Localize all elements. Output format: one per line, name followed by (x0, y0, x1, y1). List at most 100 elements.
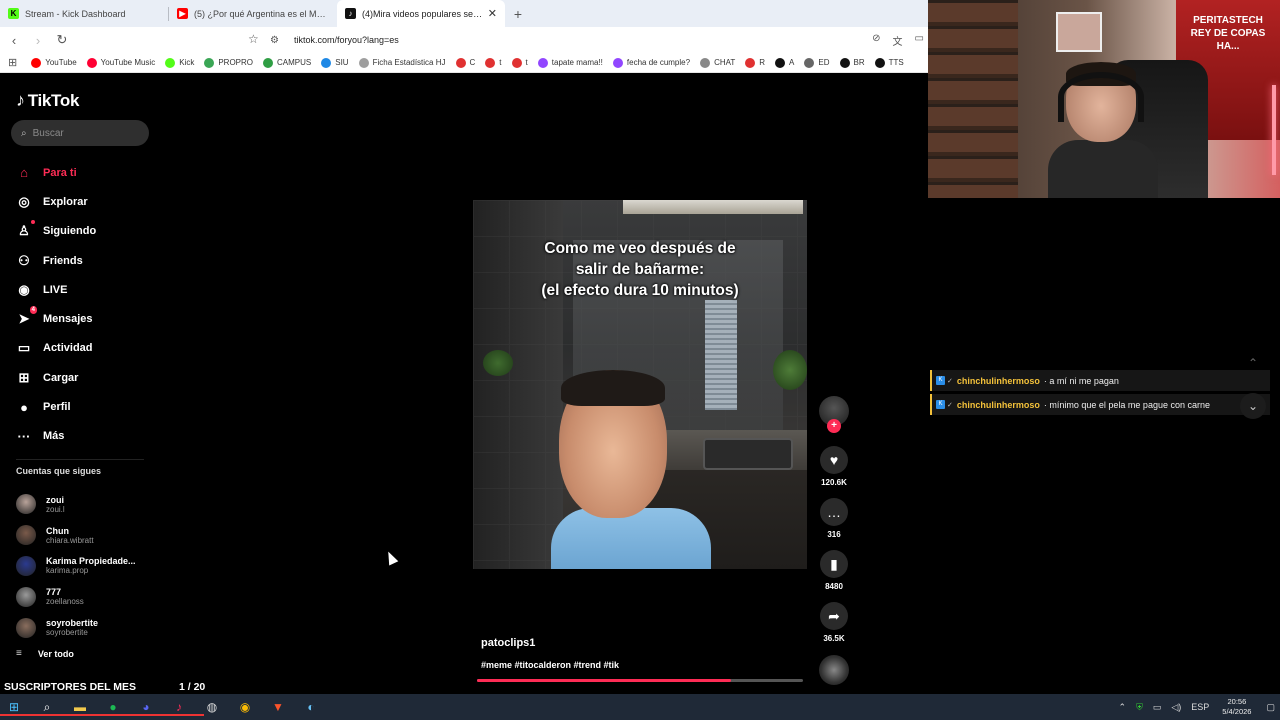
tray-chevron-up-icon[interactable]: ⌃ (1119, 702, 1127, 713)
reload-icon[interactable]: ↻ (52, 32, 72, 48)
creator-avatar[interactable]: + (819, 396, 849, 433)
site-info-icon[interactable]: ⚙ (270, 35, 284, 46)
webcam-streamer (1048, 62, 1158, 198)
bookmark-item[interactable]: Ficha Estadística HJ (358, 57, 446, 68)
nav-item-following[interactable]: ♙ Siguiendo (16, 217, 96, 246)
video-actions: + ♥ 120.6K … 316 ▮ 8480 ➦ 36.5K (819, 396, 849, 685)
chrome-icon[interactable]: ◉ (235, 697, 255, 717)
address-bar[interactable]: ⚙ tiktok.com/foryou?lang=es (270, 30, 920, 50)
bookmark-favicon-icon (511, 57, 522, 68)
bookmark-item[interactable]: YouTube Music (86, 57, 155, 68)
bookmark-label: YouTube (45, 58, 77, 67)
following-account[interactable]: Karima Propiedade... karima.prop (16, 551, 136, 582)
bookmark-item[interactable]: BR (839, 57, 865, 68)
video-player[interactable]: Como me veo después de salir de bañarme:… (473, 200, 807, 569)
no-tracking-icon[interactable]: ⊘ (872, 33, 880, 48)
following-title: Cuentas que sigues (16, 466, 102, 476)
poster-line: REY DE COPAS (1190, 28, 1266, 39)
headset-icon (1058, 72, 1144, 122)
network-icon[interactable]: ▭ (1153, 702, 1162, 713)
nav-item-messages[interactable]: ➤ 4 Mensajes (16, 304, 96, 333)
comment-button[interactable]: … 316 (819, 498, 849, 539)
bookmark-item[interactable]: SIU (321, 57, 349, 68)
mouse-cursor-icon (383, 549, 399, 566)
bookmark-item[interactable]: PROPRO (204, 57, 253, 68)
nav-item-profile-avatar[interactable]: ● Perfil (16, 392, 96, 421)
notifications-icon[interactable]: ▢ (1266, 702, 1275, 713)
following-account[interactable]: Chun chiara.wibratt (16, 520, 136, 551)
search-input[interactable]: ⌕ Buscar (11, 120, 149, 146)
bookmark-item[interactable]: t (485, 57, 502, 68)
apps-grid-icon[interactable]: ⊞ (8, 56, 17, 69)
tiktok-sidebar: ♪ TikTok ⌕ Buscar ⌂ Para ti ◎ Explorar ♙ Sigu… (0, 74, 160, 678)
translate-icon[interactable]: 文 (893, 33, 903, 48)
see-all-link[interactable]: ≡ Ver todo (16, 648, 74, 659)
taskbar-overlay-bar (0, 714, 204, 716)
save-button[interactable]: ▮ 8480 (819, 550, 849, 591)
comment-count: 316 (827, 530, 841, 539)
video-progress-bar[interactable] (477, 679, 803, 682)
tab-youtube[interactable]: ▶ (5) ¿Por qué Argentina es el Mejor Pa (169, 0, 337, 27)
tab-kick-dashboard[interactable]: K Stream - Kick Dashboard (0, 0, 168, 27)
cast-icon[interactable]: ▭ (915, 33, 924, 48)
music-disc-icon[interactable] (819, 655, 849, 685)
bookmark-item[interactable]: YouTube (31, 57, 77, 68)
clock[interactable]: 20:56 5/4/2026 (1222, 697, 1251, 717)
webcam-wall-art (1056, 12, 1102, 52)
nav-item-live[interactable]: ◉ LIVE (16, 275, 96, 304)
bookmark-item[interactable]: C (455, 57, 476, 68)
brave-icon[interactable]: ▼ (268, 697, 288, 717)
following-account[interactable]: zoui zoui.l (16, 489, 136, 520)
bookmark-item[interactable]: ED (804, 57, 830, 68)
obs-icon[interactable]: ◍ (202, 697, 222, 717)
bookmark-item[interactable]: fecha de cumple? (612, 57, 690, 68)
share-button[interactable]: ➦ 36.5K (819, 602, 849, 643)
bookmark-item[interactable]: A (775, 57, 794, 68)
nav-item-more[interactable]: ··· Más (16, 422, 96, 451)
bookmark-item[interactable]: CAMPUS (263, 57, 311, 68)
new-tab-button[interactable]: + (505, 6, 531, 22)
account-text: 777 zoellanoss (46, 587, 84, 606)
tab-tiktok[interactable]: ♪ (4)Mira videos populares seleccionados… (337, 0, 505, 27)
video-author[interactable]: patoclips1 (481, 637, 535, 649)
nav-item-label: Siguiendo (43, 225, 97, 238)
bookmark-favicon-icon (31, 57, 42, 68)
kick-badge-icon: K (936, 376, 945, 385)
bookmark-item[interactable]: Kick (165, 57, 194, 68)
volume-icon[interactable]: ◁) (1171, 702, 1181, 713)
divider (16, 459, 144, 460)
bookmark-item[interactable]: t (511, 57, 528, 68)
bookmark-item[interactable]: CHAT (700, 57, 735, 68)
following-account[interactable]: 777 zoellanoss (16, 581, 136, 612)
share-icon: ➦ (820, 602, 848, 630)
account-name: zoui (46, 494, 64, 505)
bookmark-label: C (469, 58, 476, 67)
chevron-up-icon[interactable]: ⌃ (1240, 350, 1266, 376)
nav-item-activity[interactable]: ▭ Actividad (16, 334, 96, 363)
nav-item-upload[interactable]: ⊞ Cargar (16, 363, 96, 392)
steam-icon[interactable]: ◐ (301, 697, 321, 717)
toolbar-actions: ⊘ 文 ▭ (872, 33, 924, 48)
chevron-down-icon[interactable]: ⌄ (1240, 393, 1266, 419)
follow-plus-icon[interactable]: + (827, 419, 841, 433)
following-account[interactable]: soyrobertite soyrobertite (16, 612, 136, 643)
forward-icon[interactable]: › (28, 33, 48, 48)
bookmark-item[interactable]: TTS (874, 57, 904, 68)
nav-item-home[interactable]: ⌂ Para ti (16, 158, 96, 187)
bookmark-favicon-icon (874, 57, 885, 68)
activity-icon: ▭ (17, 340, 31, 356)
language-indicator[interactable]: ESP (1191, 702, 1209, 712)
bookmark-item[interactable]: R (745, 57, 765, 68)
back-icon[interactable]: ‹ (4, 33, 24, 48)
security-icon[interactable]: ⛨ (1136, 702, 1143, 713)
bookmark-label: SIU (335, 58, 349, 67)
close-icon[interactable]: ✕ (484, 7, 497, 20)
tiktok-logo[interactable]: ♪ TikTok (16, 90, 79, 111)
video-hashtags[interactable]: #meme #titocalderon #trend #tik (481, 660, 619, 670)
nav-item-compass[interactable]: ◎ Explorar (16, 187, 96, 216)
like-button[interactable]: ♥ 120.6K (819, 446, 849, 487)
bookmark-star-icon[interactable]: ☆ (248, 32, 259, 46)
bookmark-favicon-icon (485, 57, 496, 68)
nav-item-friends[interactable]: ⚇ Friends (16, 246, 96, 275)
bookmark-item[interactable]: tapate mama!! (537, 57, 603, 68)
